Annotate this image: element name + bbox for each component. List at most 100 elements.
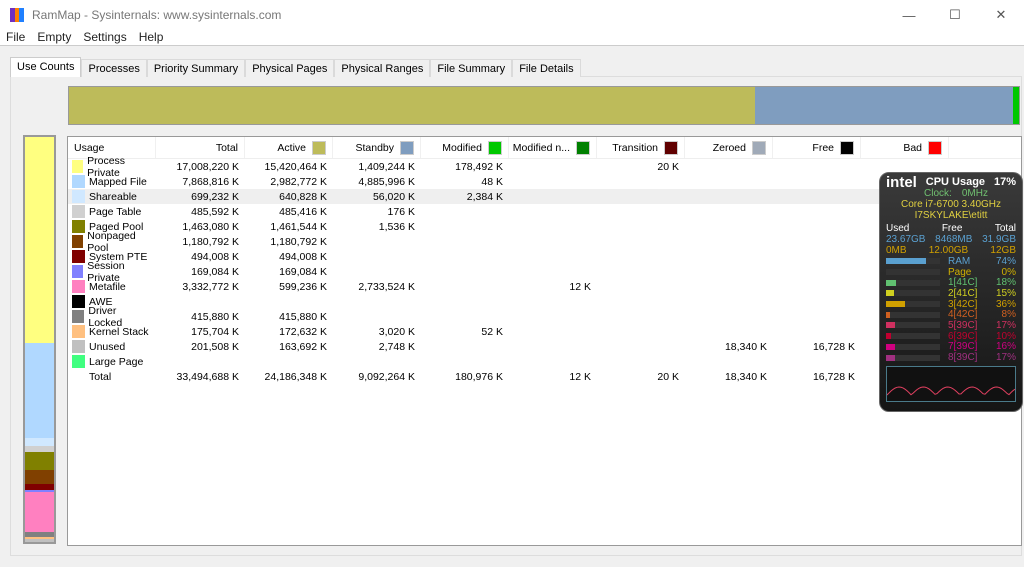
column-header-modified-n-[interactable]: Modified n... (509, 137, 597, 158)
table-row[interactable]: Process Private 17,008,220 K 15,420,464 K1… (68, 155, 1021, 179)
usage-color-swatch (72, 160, 84, 173)
usage-label: Kernel Stack (89, 325, 149, 338)
total-header: Total (994, 223, 1016, 234)
column-header-total[interactable]: Total (156, 137, 245, 158)
menu-help[interactable]: Help (133, 30, 170, 45)
tab-processes[interactable]: Processes (81, 59, 147, 77)
column-header-bad[interactable]: Bad (861, 137, 949, 158)
usage-bar-row: 5[39C] 17% (886, 320, 1016, 331)
usage-bar-segment (25, 137, 54, 343)
usage-bar-row: 8[39C] 17% (886, 352, 1016, 363)
bar-track (886, 354, 940, 361)
bar-fill (886, 311, 891, 318)
total-cell: 33,494,688 K (176, 370, 239, 383)
bar-track (886, 279, 940, 286)
usage-label: Unused (89, 340, 126, 353)
menu-empty[interactable]: Empty (31, 30, 77, 45)
menu-settings[interactable]: Settings (77, 30, 132, 45)
standby-cell: 1,536 K (378, 220, 415, 233)
total-cell: 3,332,772 K (182, 280, 239, 293)
modified-cell: 52 K (481, 325, 503, 338)
cpu-name: Core i7-6700 3.40GHz (900, 199, 1002, 210)
usage-color-swatch (72, 325, 85, 338)
bar-fill (886, 333, 892, 340)
bar-fill (886, 258, 926, 265)
usage-bar-row: 7[39C] 16% (886, 341, 1016, 352)
tab-priority-summary[interactable]: Priority Summary (146, 59, 246, 77)
free-header: Free (941, 223, 963, 234)
column-header-standby[interactable]: Standby (333, 137, 421, 158)
modified-cell: 180,976 K (455, 370, 503, 383)
usage-label: Mapped File (89, 175, 147, 188)
tab-file-summary[interactable]: File Summary (430, 59, 513, 77)
standby-cell: 2,733,524 K (358, 280, 415, 293)
active-cell: 599,236 K (279, 280, 327, 293)
menu-bar: File Empty Settings Help (0, 30, 1024, 46)
usage-bar-segment (25, 492, 54, 533)
tab-use-counts[interactable]: Use Counts (10, 57, 82, 77)
usage-label: Large Page (89, 355, 144, 368)
title-bar: RamMap - Sysinternals: www.sysinternals.… (0, 0, 1024, 30)
minimize-button[interactable]: — (886, 0, 932, 30)
color-swatch[interactable] (928, 140, 942, 155)
modified-cell: 2,384 K (466, 190, 503, 203)
usage-bar-row: 4[42C] 8% (886, 309, 1016, 320)
menu-file[interactable]: File (0, 30, 31, 45)
usage-color-swatch (72, 175, 85, 188)
total-cell: 1,180,792 K (182, 235, 239, 248)
usage-cell: Mapped File (68, 175, 156, 188)
usage-bar-row: 2[41C] 15% (886, 288, 1016, 299)
usage-label: Page Table (89, 205, 142, 218)
bar-track (886, 322, 940, 329)
maximize-button[interactable]: ☐ (932, 0, 978, 30)
bar-track (886, 290, 940, 297)
modno-cell: 12 K (569, 280, 591, 293)
table-header: Usage Total Active Standby Modified Modified … (68, 137, 1021, 159)
cpu-percent: 17% (993, 176, 1016, 188)
ram-free: 8468MB (935, 234, 973, 245)
column-header-active[interactable]: Active (245, 137, 333, 158)
usage-bar-segment (25, 452, 54, 470)
column-header-transition[interactable]: Transition (597, 137, 685, 158)
zeroed-cell: 18,340 K (724, 340, 767, 353)
usage-cell: Kernel Stack (68, 325, 156, 338)
usage-cell: Total (68, 370, 156, 383)
tab-file-details[interactable]: File Details (512, 59, 581, 77)
usage-label: Shareable (89, 190, 137, 203)
usage-color-swatch (72, 265, 84, 278)
zeroed-cell: 18,340 K (724, 370, 767, 383)
bar-fill (886, 322, 896, 329)
total-cell: 201,508 K (191, 340, 239, 353)
standby-cell: 56,020 K (372, 190, 415, 203)
color-swatch[interactable] (312, 140, 326, 155)
ram-used: 23.67GB (886, 234, 926, 245)
close-button[interactable]: ✕ (978, 0, 1024, 30)
column-header-modified[interactable]: Modified (421, 137, 509, 158)
bar-label: 2[41C] (948, 287, 978, 299)
active-cell: 24,186,348 K (264, 370, 327, 383)
column-header-zeroed[interactable]: Zeroed (685, 137, 773, 158)
color-swatch[interactable] (840, 140, 854, 155)
color-swatch[interactable] (576, 140, 590, 155)
bar-label: 1[41C] (948, 277, 978, 289)
tab-physical-ranges[interactable]: Physical Ranges (334, 59, 431, 77)
bar-percent: 36% (995, 298, 1016, 310)
active-cell: 1,180,792 K (270, 235, 327, 248)
color-swatch[interactable] (752, 140, 766, 155)
standby-cell: 176 K (387, 205, 415, 218)
bar-track (886, 311, 940, 318)
column-header-free[interactable]: Free (773, 137, 861, 158)
bar-track (886, 258, 940, 265)
free-cell: 16,728 K (812, 340, 855, 353)
column-label: Usage (74, 141, 105, 154)
usage-cell: Unused (68, 340, 156, 353)
clock-value: 0MHz (961, 188, 988, 199)
color-swatch[interactable] (488, 140, 502, 155)
bar-fill (886, 343, 895, 350)
active-cell: 494,008 K (279, 250, 327, 263)
color-swatch[interactable] (400, 140, 414, 155)
color-swatch[interactable] (664, 140, 678, 155)
tab-physical-pages[interactable]: Physical Pages (245, 59, 335, 77)
cpu-usage-gadget: intel CPU Usage 17% Clock: 0MHz Core i7-6… (879, 172, 1023, 412)
usage-cell: Page Table (68, 205, 156, 218)
